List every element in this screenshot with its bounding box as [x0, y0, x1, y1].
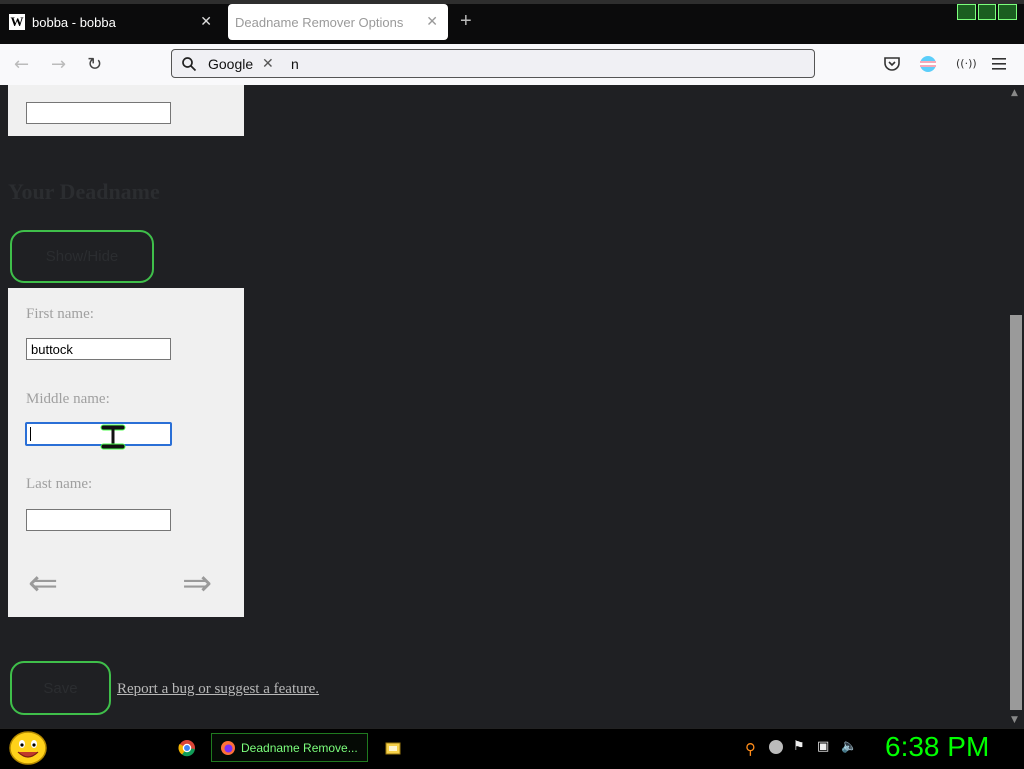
first-name-field[interactable]: buttock	[26, 338, 171, 360]
url-bar[interactable]: Google ✕ n	[171, 49, 815, 78]
extension-icon[interactable]: ((·))	[956, 57, 977, 70]
search-engine-chip[interactable]: Google	[208, 56, 253, 72]
middle-name-field[interactable]	[25, 422, 172, 446]
status-tray-icon[interactable]	[769, 740, 783, 754]
page-content: Your Deadname Show/Hide First name: butt…	[0, 85, 1008, 728]
section-heading: Your Deadname	[8, 179, 160, 204]
text-cursor-icon	[100, 424, 126, 450]
taskbar-task-firefox[interactable]: Deadname Remove...	[211, 733, 368, 762]
clock[interactable]: 6:38 PM	[885, 731, 989, 763]
text-caret	[30, 427, 31, 441]
back-arrow-icon[interactable]: ←	[14, 54, 29, 75]
save-button[interactable]: Save	[10, 661, 111, 715]
start-smiley-icon[interactable]	[8, 730, 48, 766]
chrome-icon[interactable]	[178, 739, 196, 757]
taskbar-task-label: Deadname Remove...	[241, 740, 358, 755]
first-name-label: First name:	[26, 306, 94, 322]
url-input[interactable]: n	[291, 56, 299, 72]
firefox-icon	[221, 740, 235, 755]
close-tab-icon[interactable]: ✕	[200, 13, 212, 30]
tab-deadname-options[interactable]: Deadname Remover Options ✕	[228, 4, 448, 40]
wikipedia-icon: W	[9, 14, 25, 30]
previous-arrow-button[interactable]: ⇐	[28, 563, 58, 604]
volume-tray-icon[interactable]: 🔈	[841, 739, 857, 754]
network-tray-icon[interactable]: ▣	[817, 739, 829, 754]
show-hide-button[interactable]: Show/Hide	[10, 230, 154, 283]
new-tab-icon[interactable]: +	[460, 10, 472, 33]
flag-tray-icon[interactable]: ⚑	[793, 739, 805, 754]
scrollbar-thumb[interactable]	[1010, 315, 1022, 710]
previous-text-field[interactable]	[26, 102, 171, 124]
tab-bobba[interactable]: W bobba - bobba ✕	[0, 4, 226, 40]
window-controls[interactable]	[957, 4, 1018, 20]
scroll-up-icon[interactable]: ▲	[1011, 88, 1018, 98]
middle-name-label: Middle name:	[26, 391, 110, 407]
extension-flag-icon[interactable]	[919, 55, 937, 73]
deadname-panel: First name: buttock Middle name: Last na…	[8, 288, 244, 617]
search-tray-icon[interactable]: ⚲	[745, 740, 756, 758]
report-bug-link[interactable]: Report a bug or suggest a feature.	[117, 681, 319, 698]
minimize-button[interactable]	[957, 4, 976, 20]
scroll-down-icon[interactable]: ▼	[1011, 715, 1018, 725]
close-tab-icon[interactable]: ✕	[426, 13, 438, 30]
pocket-icon[interactable]	[883, 56, 901, 72]
close-window-button[interactable]	[998, 4, 1018, 20]
forward-arrow-icon[interactable]: →	[51, 54, 66, 75]
next-arrow-button[interactable]: ⇒	[182, 563, 212, 604]
previous-section-panel	[8, 85, 244, 136]
taskbar	[0, 728, 1024, 769]
last-name-label: Last name:	[26, 476, 93, 492]
search-icon	[182, 57, 197, 72]
file-explorer-icon[interactable]	[385, 740, 401, 756]
maximize-button[interactable]	[977, 4, 997, 20]
last-name-field[interactable]	[26, 509, 171, 531]
tab-label: bobba - bobba	[32, 14, 116, 30]
tab-label: Deadname Remover Options	[235, 14, 404, 30]
menu-icon[interactable]	[992, 57, 1008, 71]
remove-engine-icon[interactable]: ✕	[262, 55, 274, 72]
reload-icon[interactable]: ↻	[87, 54, 102, 75]
